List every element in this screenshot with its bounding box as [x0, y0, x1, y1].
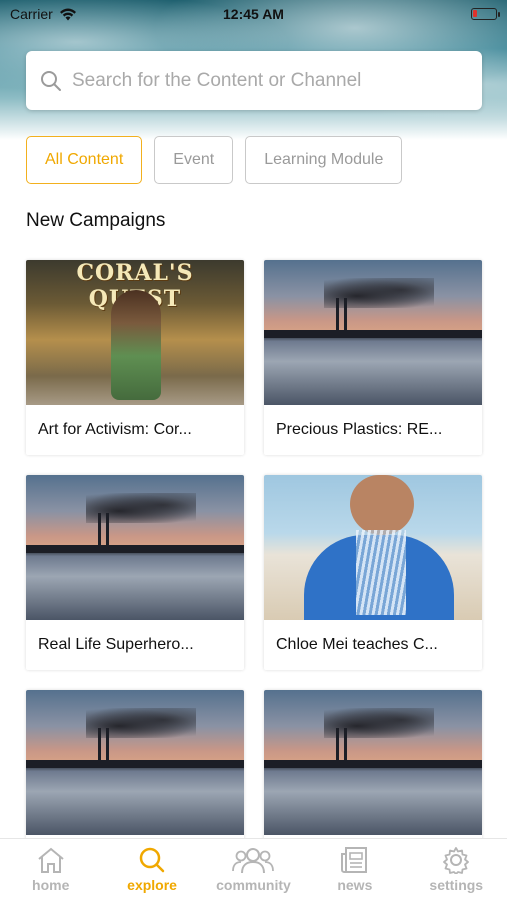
search-icon: [41, 70, 61, 91]
campaign-title: Chloe Mei teaches C...: [276, 636, 438, 653]
campaign-image-sunset: [26, 475, 244, 620]
status-bar: Carrier 12:45 AM: [0, 0, 507, 28]
campaign-image-sunset: [264, 690, 482, 835]
tab-label: community: [216, 877, 291, 893]
section-title: New Campaigns: [26, 210, 166, 231]
search-bar[interactable]: [26, 51, 482, 110]
campaign-image-girl: [264, 475, 482, 620]
comic-figure: [111, 290, 161, 400]
campaign-grid: CORAL'S QUEST Art for Activism: Cor... P…: [26, 260, 482, 885]
campaign-title: Art for Activism: Cor...: [38, 421, 192, 438]
tab-label: home: [32, 877, 70, 893]
tab-bar: home explore community news settings: [0, 838, 507, 900]
tab-explore[interactable]: explore: [107, 846, 197, 893]
filter-learning-module[interactable]: Learning Module: [245, 136, 403, 184]
home-icon: [38, 847, 64, 873]
campaign-title: Precious Plastics: RE...: [276, 421, 443, 438]
tab-label: news: [337, 877, 373, 893]
tab-settings[interactable]: settings: [411, 846, 501, 893]
newspaper-icon: [340, 847, 367, 873]
tab-home[interactable]: home: [6, 846, 96, 893]
campaign-image-sunset: [264, 260, 482, 405]
search-input[interactable]: [72, 69, 468, 92]
search-icon: [139, 847, 165, 873]
campaign-card[interactable]: Precious Plastics: RE...: [264, 260, 482, 455]
tab-label: explore: [127, 877, 177, 893]
filter-all-content[interactable]: All Content: [26, 136, 143, 184]
tab-news[interactable]: news: [310, 846, 400, 893]
comic-title-art: CORAL'S QUEST: [76, 260, 194, 312]
battery-icon: [471, 8, 500, 20]
campaign-card[interactable]: Real Life Superhero...: [26, 475, 244, 670]
people-icon: [232, 848, 275, 874]
campaign-card[interactable]: Chloe Mei teaches C...: [264, 475, 482, 670]
campaign-title: Real Life Superhero...: [38, 636, 194, 653]
status-time: 12:45 AM: [223, 6, 284, 22]
filter-chips: All Content Event Learning Module: [26, 136, 403, 184]
campaign-card[interactable]: CORAL'S QUEST Art for Activism: Cor...: [26, 260, 244, 455]
campaign-image-sunset: [26, 690, 244, 835]
campaign-image-comic: CORAL'S QUEST: [26, 260, 244, 405]
filter-event[interactable]: Event: [154, 136, 234, 184]
tab-community[interactable]: community: [208, 846, 298, 893]
gear-icon: [443, 847, 470, 874]
tab-label: settings: [429, 877, 484, 893]
